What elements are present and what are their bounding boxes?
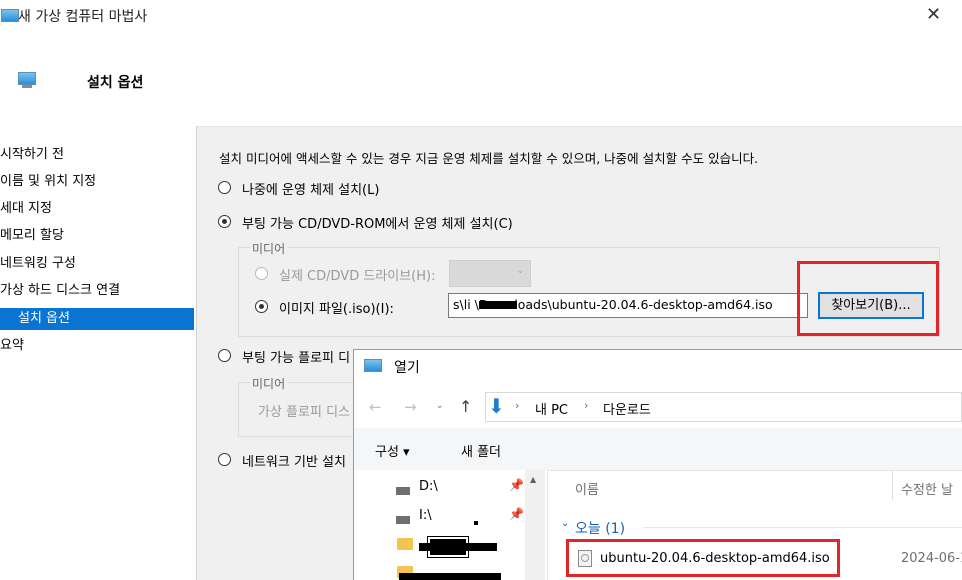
nav-item-install-options[interactable]: 설치 옵션 — [0, 308, 194, 330]
nav-item-name-location[interactable]: 이름 및 위치 지정 — [0, 171, 194, 193]
group-divider — [643, 527, 962, 528]
breadcrumb-separator-icon: › — [584, 399, 589, 412]
command-bar: 구성 ▾ 새 폴더 — [354, 428, 962, 471]
new-folder-button[interactable]: 새 폴더 — [461, 441, 501, 460]
breadcrumb-separator-icon: › — [515, 399, 520, 412]
nav-item-networking[interactable]: 네트워킹 구성 — [0, 253, 194, 275]
install-description: 설치 미디어에 액세스할 수 있는 경우 지금 운영 체제를 설치할 수 있으며… — [219, 151, 759, 166]
nav-item-virtual-disk[interactable]: 가상 하드 디스크 연결 — [0, 280, 194, 302]
breadcrumb-my-pc[interactable]: 내 PC — [535, 399, 568, 418]
floppy-group-label: 미디어 — [250, 375, 288, 392]
highlight-file — [566, 539, 840, 577]
nav-item-summary[interactable]: 요약 — [0, 335, 194, 357]
collapse-chevron-icon[interactable]: ⌄ — [561, 518, 569, 529]
image-file-label: 이미지 파일(.iso)(I): — [279, 302, 394, 317]
install-cd-label: 부팅 가능 CD/DVD-ROM에서 운영 체제 설치(C) — [242, 217, 513, 232]
physical-drive-dropdown: ⌄ — [449, 260, 531, 287]
nav-item-memory[interactable]: 메모리 할당 — [0, 225, 194, 247]
wizard-icon — [18, 72, 36, 85]
window-title: 새 가상 컴퓨터 마법사 — [18, 9, 148, 25]
redaction-bar — [399, 573, 501, 580]
redaction-bar — [479, 301, 517, 309]
radio-install-network[interactable] — [218, 453, 231, 466]
highlight-browse — [797, 261, 939, 336]
wizard-header — [0, 34, 962, 127]
file-modified-date: 2024-06-1 — [901, 551, 962, 566]
address-bar[interactable]: ⬇ › 내 PC › 다운로드 — [485, 392, 962, 422]
radio-image-file[interactable] — [255, 300, 268, 313]
scroll-up-icon[interactable]: ▲ — [530, 475, 536, 484]
install-network-label: 네트워크 기반 설치 — [242, 455, 346, 470]
nav-item-generation[interactable]: 세대 지정 — [0, 198, 194, 220]
page-title: 설치 옵션 — [87, 75, 144, 91]
radio-install-later[interactable] — [218, 181, 231, 194]
nav-scrollbar[interactable]: ▲ — [525, 470, 545, 580]
close-icon[interactable]: ✕ — [926, 4, 941, 25]
dialog-icon — [364, 359, 382, 372]
forward-arrow-icon[interactable]: → — [404, 398, 417, 416]
radio-physical-drive — [255, 267, 268, 280]
nav-item-drive-d[interactable]: D:\ — [419, 479, 438, 494]
pin-icon: 📌 — [509, 507, 524, 521]
breadcrumb-downloads[interactable]: 다운로드 — [603, 399, 651, 418]
media-group-label: 미디어 — [250, 240, 288, 257]
up-arrow-icon[interactable]: ↑ — [459, 397, 472, 416]
drive-icon — [396, 487, 410, 495]
physical-drive-label: 실제 CD/DVD 드라이브(H): — [279, 269, 436, 284]
pin-icon: 📌 — [509, 478, 524, 492]
install-later-label: 나중에 운영 체제 설치(L) — [242, 183, 380, 198]
organize-button[interactable]: 구성 ▾ — [375, 441, 410, 460]
redaction-dot — [474, 521, 478, 525]
folder-icon — [397, 538, 413, 550]
nav-item-before-you-begin[interactable]: 시작하기 전 — [0, 144, 194, 166]
wizard-steps-nav: 시작하기 전 이름 및 위치 지정 세대 지정 메모리 할당 네트워킹 구성 가… — [0, 126, 197, 580]
column-header-name[interactable]: 이름 — [575, 479, 599, 498]
floppy-image-label: 가상 플로피 디스 — [258, 405, 350, 420]
chevron-down-icon: ⌄ — [516, 266, 524, 276]
column-header-modified[interactable]: 수정한 날 — [901, 479, 953, 498]
nav-item-drive-i[interactable]: I:\ — [419, 508, 432, 523]
column-divider — [892, 470, 893, 500]
redaction-bar — [419, 543, 497, 551]
radio-install-floppy[interactable] — [218, 349, 231, 362]
back-arrow-icon[interactable]: ← — [369, 398, 382, 416]
dialog-title: 열기 — [394, 360, 420, 376]
recent-locations-icon[interactable]: ⌄ — [436, 401, 444, 411]
install-floppy-label: 부팅 가능 플로피 디 — [242, 351, 351, 366]
group-header-today[interactable]: 오늘 (1) — [575, 518, 625, 538]
drive-icon — [396, 516, 410, 524]
window-icon — [1, 9, 19, 22]
download-arrow-icon: ⬇ — [488, 394, 505, 418]
wizard-icon-stand — [22, 85, 32, 88]
radio-install-cd[interactable] — [218, 215, 231, 228]
